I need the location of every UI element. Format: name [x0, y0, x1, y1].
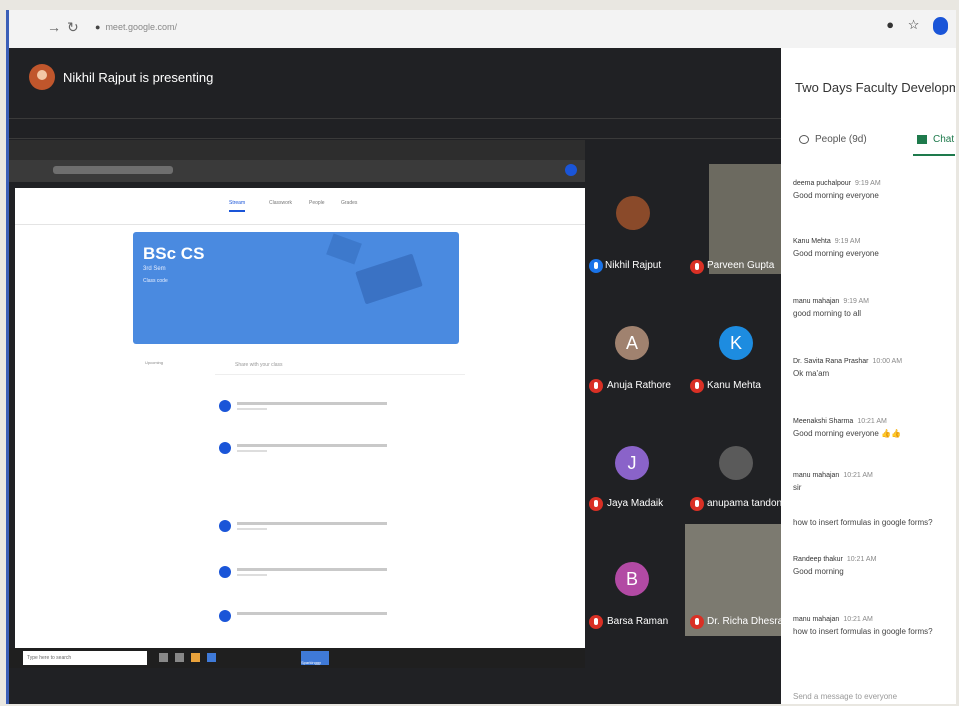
tab-people[interactable]: People (9d)	[799, 134, 867, 145]
mic-off-icon	[690, 379, 704, 393]
participant-avatar	[719, 446, 753, 480]
assignment-icon	[219, 442, 231, 454]
participant-avatar: J	[615, 446, 649, 480]
taskbar-app-icon[interactable]	[159, 653, 168, 662]
lock-icon: ●	[95, 22, 101, 32]
participant-name: Kanu Mehta	[707, 380, 761, 391]
chat-message: Meenakshi Sharma 10:21 AM Good morning eve…	[793, 418, 901, 438]
taskbar-app-icon[interactable]	[175, 653, 184, 662]
participant-avatar	[616, 196, 650, 230]
participant-name: Barsa Raman	[607, 616, 669, 627]
people-icon	[799, 134, 809, 144]
tab-people[interactable]: People	[309, 200, 325, 206]
star-icon[interactable]: ☆	[908, 17, 920, 32]
stream-post[interactable]	[215, 518, 485, 538]
record-icon[interactable]: ●	[886, 17, 894, 32]
tab-indicator	[913, 154, 955, 156]
shared-account-icon	[565, 164, 577, 176]
share-box[interactable]: Share with your class	[215, 358, 465, 375]
taskbar-app-icon[interactable]	[191, 653, 200, 662]
assignment-icon	[219, 610, 231, 622]
presenter-banner: Nikhil Rajput is presenting	[29, 62, 213, 92]
mic-off-icon	[690, 497, 704, 511]
mic-off-icon	[589, 379, 603, 393]
tab-grades[interactable]: Grades	[341, 200, 357, 206]
participant-name: anupama tandon	[707, 498, 783, 509]
divider	[9, 118, 781, 119]
arrow-right-icon[interactable]: →	[47, 19, 61, 35]
participant-name: Parveen Gupta	[707, 260, 775, 271]
taskbar-app-icon[interactable]	[207, 653, 216, 662]
reload-icon[interactable]: ↻	[67, 19, 79, 36]
upcoming-box: Upcoming	[145, 360, 164, 365]
class-code[interactable]: Class code	[143, 278, 168, 284]
participant-avatar: B	[615, 562, 649, 596]
cap-illustration	[326, 233, 362, 265]
chat-message: Kanu Mehta 9:19 AM Good morning everyone	[793, 238, 879, 258]
presenter-avatar	[29, 64, 55, 90]
participant-name: Anuja Rathore	[607, 380, 671, 391]
meeting-title: Two Days Faculty Developm...	[795, 80, 955, 95]
tab-chat[interactable]: Chat	[917, 134, 954, 145]
tab-stream[interactable]: Stream	[229, 200, 246, 212]
taskbar-search[interactable]: Type here to search	[23, 651, 147, 665]
chat-message: deema puchalpour 9:19 AM Good morning ever…	[793, 180, 881, 200]
account-avatar[interactable]	[933, 17, 948, 35]
assignment-icon	[219, 520, 231, 532]
chat-icon	[917, 134, 927, 144]
speaking-icon	[589, 259, 603, 273]
participant-name: Dr. Richa Dhesra	[707, 616, 784, 627]
tab-classwork[interactable]: Classwork	[269, 200, 292, 206]
class-subtitle: 3rd Sem	[143, 266, 166, 272]
classroom-header: Stream Classwork People Grades	[15, 188, 585, 225]
mic-off-icon	[589, 615, 603, 629]
mic-off-icon	[690, 615, 704, 629]
address-bar[interactable]: ● meet.google.com/	[95, 22, 177, 32]
stream-post[interactable]	[215, 564, 485, 584]
class-title: BSc CS	[143, 244, 205, 263]
chat-message: Dr. Savita Rana Prashar 10:00 AM Ok ma'am	[793, 358, 903, 378]
shared-browser-tabs	[9, 140, 585, 160]
share-placeholder: Share with your class	[235, 362, 283, 368]
stream-post[interactable]	[215, 608, 485, 628]
stream-post[interactable]	[215, 440, 485, 460]
participant-name: Jaya Madaik	[607, 498, 664, 509]
participant-avatar: A	[615, 326, 649, 360]
assignment-icon	[219, 566, 231, 578]
windows-taskbar: Type here to search Sparkinggy	[9, 648, 585, 668]
chat-message: manu mahajan 10:21 AM sir	[793, 472, 873, 492]
class-banner: BSc CS 3rd Sem Class code	[133, 232, 459, 344]
mic-off-icon	[589, 497, 603, 511]
presenter-text: Nikhil Rajput is presenting	[63, 69, 214, 85]
mic-off-icon	[690, 260, 704, 274]
screen-frame: → ↻ ● meet.google.com/ ● ☆ Nikhil Rajput …	[6, 10, 956, 704]
stream-post[interactable]	[215, 398, 485, 418]
chat-panel: Two Days Faculty Developm... People (9d)…	[781, 48, 956, 704]
chat-message: manu mahajan 9:19 AM good morning to all	[793, 298, 869, 318]
shared-url	[53, 166, 173, 174]
chat-message: manu mahajan 10:21 AM how to insert formul…	[793, 616, 933, 636]
chat-message: how to insert formulas in google forms?	[793, 518, 933, 527]
participant-name: Nikhil Rajput	[605, 260, 662, 271]
taskbar-highlight[interactable]: Sparkinggy	[301, 651, 329, 665]
participant-avatar: K	[719, 326, 753, 360]
chat-message: Randeep thakur 10:21 AM Good morning	[793, 556, 877, 576]
participant-video	[709, 164, 781, 274]
browser-actions: ● ☆	[876, 17, 948, 35]
meet-stage: Nikhil Rajput is presenting Stream Class…	[9, 48, 784, 704]
browser-toolbar: → ↻ ● meet.google.com/ ● ☆	[9, 10, 956, 49]
divider	[9, 138, 781, 139]
assignment-icon	[219, 400, 231, 412]
shared-address-bar	[9, 160, 585, 182]
cap-illustration	[355, 253, 423, 305]
shared-screen: Stream Classwork People Grades BSc CS 3r…	[9, 140, 585, 668]
chat-input[interactable]: Send a message to everyone	[793, 692, 897, 701]
